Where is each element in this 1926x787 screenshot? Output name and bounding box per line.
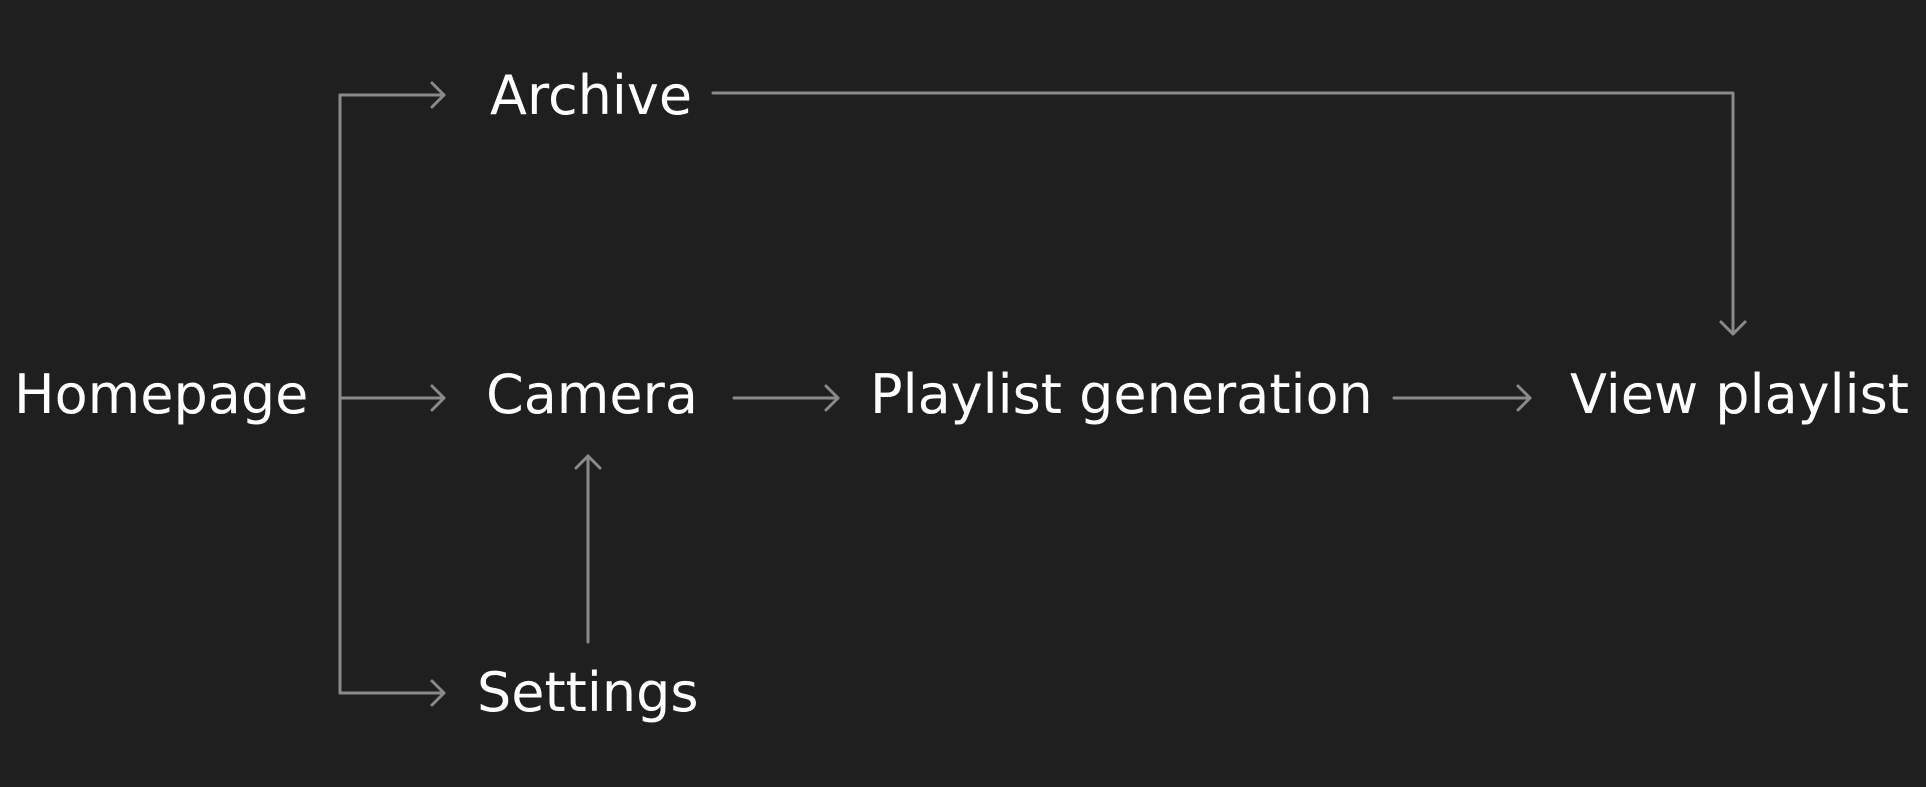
node-homepage: Homepage — [14, 363, 309, 426]
node-camera: Camera — [486, 363, 698, 426]
node-playlist-generation: Playlist generation — [870, 363, 1373, 426]
node-view-playlist: View playlist — [1570, 363, 1909, 426]
node-settings: Settings — [477, 661, 699, 724]
edge-archive-view-playlist — [711, 91, 1735, 336]
node-archive: Archive — [490, 64, 693, 127]
flow-diagram: Homepage Archive Camera Settings Playlis… — [0, 0, 1926, 787]
